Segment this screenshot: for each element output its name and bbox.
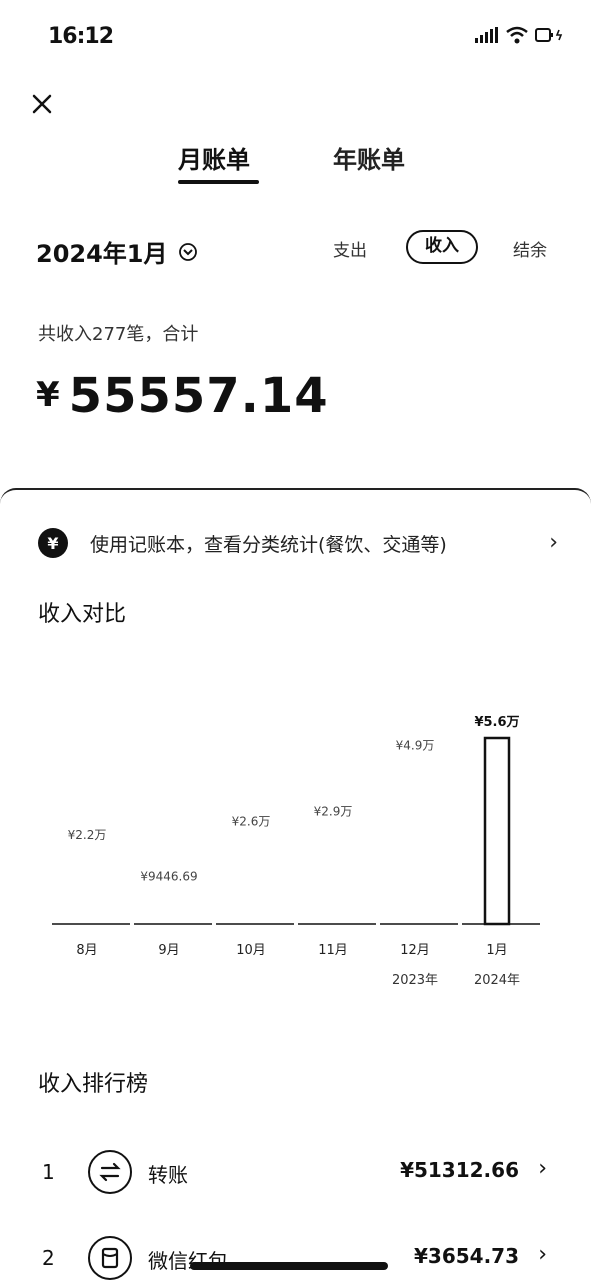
wifi-icon xyxy=(506,26,528,44)
chart-year-label: 2023年 xyxy=(392,973,438,988)
close-button[interactable] xyxy=(28,90,56,118)
segment-income[interactable]: 收入 xyxy=(406,230,478,264)
chart-value-label: ¥2.9万 xyxy=(314,805,353,819)
chevron-right-icon: › xyxy=(549,530,558,555)
chart-category-label: 10月 xyxy=(236,943,266,958)
chart-bar xyxy=(239,838,263,924)
rank-number: 1 xyxy=(42,1160,55,1184)
chevron-right-icon: › xyxy=(538,1242,547,1267)
segment-expense[interactable]: 支出 xyxy=(333,236,367,261)
chart-value-label: ¥5.6万 xyxy=(474,715,519,730)
chart-value-label: ¥2.6万 xyxy=(232,815,271,829)
rank-name: 转账 xyxy=(148,1163,188,1187)
red-packet-icon xyxy=(88,1236,132,1280)
chart-year-label: 2024年 xyxy=(474,973,520,988)
active-tab-indicator xyxy=(178,180,259,184)
ranking-row[interactable]: 1 转账 ¥51312.66 › xyxy=(0,1148,591,1198)
chart-value-label: ¥9446.69 xyxy=(140,870,197,884)
chevron-down-icon xyxy=(178,242,197,261)
close-icon xyxy=(32,94,52,114)
currency-symbol: ¥ xyxy=(36,375,61,415)
ranking-title: 收入排行榜 xyxy=(38,1072,149,1097)
chart-category-label: 12月 xyxy=(400,943,430,958)
segment-balance[interactable]: 结余 xyxy=(513,236,547,261)
transfer-icon xyxy=(88,1150,132,1194)
detail-card: ¥ 使用记账本，查看分类统计(餐饮、交通等) › 收入对比 ¥2.2万 8月 ¥94… xyxy=(0,488,591,1280)
bill-tabs: 月账单 年账单 xyxy=(0,140,591,190)
income-comparison-chart: ¥2.2万 8月 ¥9446.69 9月 ¥2.6万 10月 ¥2.9万 11月 ¥4.9万 12… xyxy=(52,715,540,988)
signal-icon xyxy=(475,27,498,43)
income-summary-line: 共收入277笔，合计 xyxy=(38,324,199,345)
tab-yearly-bill[interactable]: 年账单 xyxy=(333,140,405,175)
total-value: 55557.14 xyxy=(68,368,329,424)
status-icons xyxy=(475,26,565,44)
chart-bar xyxy=(75,851,99,924)
chart-category-label: 8月 xyxy=(76,943,97,958)
chevron-right-icon: › xyxy=(538,1156,547,1181)
chart-category-label: 11月 xyxy=(318,943,348,958)
chart-bar xyxy=(483,736,511,926)
chart-category-label: 1月 xyxy=(486,943,507,958)
promo-text: 使用记账本，查看分类统计(餐饮、交通等) xyxy=(90,533,447,556)
chart-category-label: 9月 xyxy=(158,943,179,958)
filter-row: 2024年1月 支出 收入 结余 xyxy=(0,230,591,270)
rank-number: 2 xyxy=(42,1246,55,1270)
chart-section-title: 收入对比 xyxy=(38,602,127,627)
chart-bar xyxy=(321,828,345,924)
home-indicator[interactable] xyxy=(190,1262,388,1270)
status-time: 16:12 xyxy=(48,24,114,49)
chart-bar xyxy=(403,761,427,924)
month-picker[interactable]: 2024年1月 xyxy=(36,234,198,269)
chart-value-label: ¥2.2万 xyxy=(68,828,107,842)
rank-amount: ¥51312.66 xyxy=(400,1158,519,1182)
tab-monthly-bill[interactable]: 月账单 xyxy=(178,140,250,175)
rank-amount: ¥3654.73 xyxy=(413,1244,519,1268)
ledger-icon: ¥ xyxy=(38,528,68,558)
total-income-amount: ¥55557.14 xyxy=(36,368,329,424)
month-label: 2024年1月 xyxy=(36,240,168,268)
chart-bar xyxy=(157,893,181,924)
chart-value-label: ¥4.9万 xyxy=(396,738,435,752)
battery-icon xyxy=(535,28,563,42)
status-bar: 16:12 xyxy=(0,0,591,70)
ranking-row[interactable]: 2 微信红包 ¥3654.73 › xyxy=(0,1234,591,1280)
bookkeeping-promo[interactable]: ¥ 使用记账本，查看分类统计(餐饮、交通等) › xyxy=(38,528,558,558)
